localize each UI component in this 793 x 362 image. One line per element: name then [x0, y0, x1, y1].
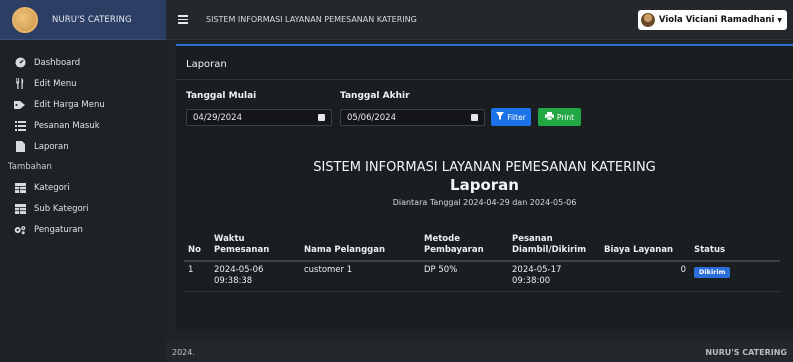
- main-content: Laporan Tanggal Mulai 04/29/2024 Tanggal…: [166, 41, 793, 342]
- sidebar-item-pengaturan[interactable]: Pengaturan: [0, 219, 166, 240]
- sidebar-item-label: Pesanan Masuk: [34, 120, 100, 131]
- cell-no: 1: [184, 260, 210, 292]
- filter-icon: [496, 112, 505, 122]
- column-header: Status: [690, 231, 780, 262]
- table-icon: [14, 203, 26, 215]
- sidebar-item-label: Sub Kategori: [34, 203, 89, 214]
- calendar-icon[interactable]: [318, 114, 325, 121]
- start-date-input[interactable]: 04/29/2024: [186, 109, 332, 126]
- list-icon: [14, 120, 26, 132]
- sidebar-item-kategori[interactable]: Kategori: [0, 177, 166, 198]
- sidebar-item-edit-harga-menu[interactable]: Edit Harga Menu: [0, 94, 166, 115]
- tag-icon: [14, 99, 26, 111]
- report-card: Laporan Tanggal Mulai 04/29/2024 Tanggal…: [176, 46, 793, 331]
- brand-name: NURU'S CATERING: [52, 14, 132, 25]
- end-date-label: Tanggal Akhir: [340, 91, 410, 101]
- sidebar-item-pesanan-masuk[interactable]: Pesanan Masuk: [0, 115, 166, 136]
- end-date-value: 05/06/2024: [347, 112, 396, 123]
- cell-biaya: 0: [600, 260, 690, 292]
- column-header: Metode Pembayaran: [420, 231, 508, 262]
- footer-brand: NURU'S CATERING: [705, 347, 787, 357]
- start-date-value: 04/29/2024: [193, 112, 242, 123]
- end-date-input[interactable]: 05/06/2024: [340, 109, 485, 126]
- filter-button[interactable]: Filter: [491, 108, 531, 126]
- print-button-label: Print: [556, 112, 575, 122]
- app-title: SISTEM INFORMASI LAYANAN PEMESANAN KATER…: [206, 15, 417, 24]
- cell-waktu: 2024-05-06 09:38:38: [210, 260, 300, 292]
- column-header: Waktu Pemesanan: [210, 231, 300, 262]
- sidebar-item-label: Edit Harga Menu: [34, 99, 105, 110]
- table-header-row: No Waktu Pemesanan Nama Pelanggan Metode…: [184, 231, 780, 262]
- sidebar-item-sub-kategori[interactable]: Sub Kategori: [0, 198, 166, 219]
- filter-button-label: Filter: [507, 112, 526, 122]
- cell-pesanan: 2024-05-17 09:38:00: [508, 260, 600, 292]
- sidebar-item-laporan[interactable]: Laporan: [0, 136, 166, 157]
- sidebar-section-heading: Tambahan: [8, 162, 52, 172]
- page-title: Laporan: [186, 59, 227, 70]
- column-header: Pesanan Diambil/Dikirim: [508, 231, 600, 262]
- cell-status: Dikirim: [690, 260, 780, 292]
- footer: 2024. NURU'S CATERING: [166, 342, 793, 362]
- column-header: Nama Pelanggan: [300, 231, 420, 262]
- brand-logo: [12, 6, 38, 33]
- print-icon: [544, 112, 554, 122]
- print-button[interactable]: Print: [538, 108, 581, 126]
- utensils-icon: [14, 78, 26, 90]
- avatar: [640, 13, 655, 27]
- topbar: SISTEM INFORMASI LAYANAN PEMESANAN KATER…: [166, 0, 793, 40]
- sidebar-item-label: Edit Menu: [34, 78, 77, 89]
- file-icon: [14, 141, 26, 153]
- report-subtitle: Laporan: [450, 176, 519, 194]
- status-badge: Dikirim: [694, 266, 731, 278]
- calendar-icon[interactable]: [471, 114, 478, 121]
- start-date-label: Tanggal Mulai: [186, 91, 257, 101]
- divider: [176, 79, 793, 80]
- gears-icon: [14, 224, 26, 236]
- report-date-range: Diantara Tanggal 2024-04-29 dan 2024-05-…: [392, 198, 577, 207]
- report-title: SISTEM INFORMASI LAYANAN PEMESANAN KATER…: [313, 160, 656, 175]
- menu-toggle-icon[interactable]: [178, 15, 188, 24]
- report-table: No Waktu Pemesanan Nama Pelanggan Metode…: [184, 231, 780, 292]
- column-header: No: [184, 231, 210, 262]
- user-name: Viola Viciani Ramadhani: [658, 15, 775, 25]
- cell-metode: DP 50%: [420, 260, 508, 292]
- sidebar-item-label: Kategori: [34, 182, 70, 193]
- sidebar-menu: Dashboard Edit Menu Edit Harga Menu Pesa…: [0, 40, 166, 240]
- brand[interactable]: NURU'S CATERING: [0, 0, 166, 40]
- table-row: 1 2024-05-06 09:38:38 customer 1 DP 50% …: [184, 260, 780, 292]
- chevron-down-icon: ▼: [777, 16, 782, 24]
- user-menu-button[interactable]: Viola Viciani Ramadhani ▼: [637, 10, 787, 30]
- footer-copyright: 2024.: [172, 347, 195, 357]
- sidebar-item-label: Dashboard: [34, 57, 81, 68]
- table-icon: [14, 182, 26, 194]
- sidebar-item-label: Pengaturan: [34, 224, 83, 235]
- dashboard-icon: [14, 57, 26, 69]
- sidebar-item-dashboard[interactable]: Dashboard: [0, 52, 166, 73]
- sidebar: NURU'S CATERING Dashboard Edit Menu Edit…: [0, 0, 166, 362]
- sidebar-item-edit-menu[interactable]: Edit Menu: [0, 73, 166, 94]
- column-header: Biaya Layanan: [600, 231, 690, 262]
- sidebar-item-label: Laporan: [34, 141, 69, 152]
- cell-nama: customer 1: [300, 260, 420, 292]
